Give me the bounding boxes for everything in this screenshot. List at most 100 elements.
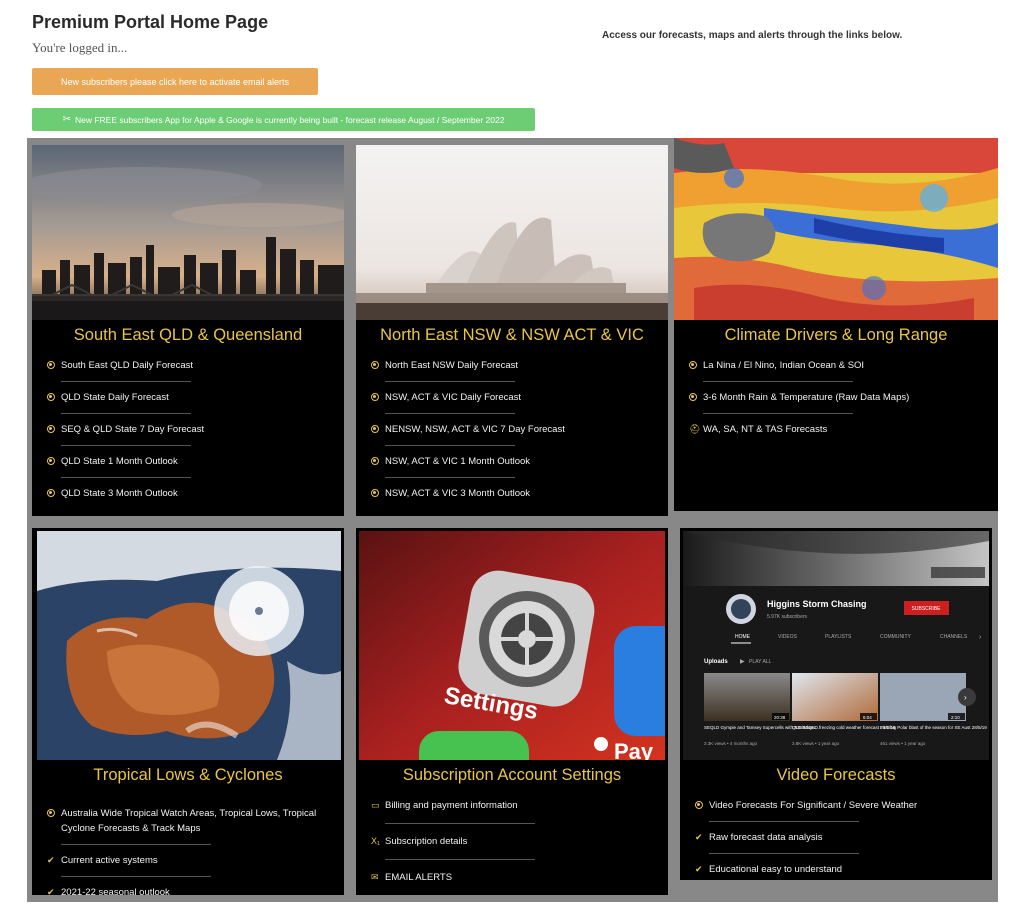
card-video: Higgins Storm Chasing 5.97K subscribers …: [680, 528, 992, 880]
list-item[interactable]: NSW, ACT & VIC Daily Forecast: [371, 390, 648, 405]
hat-icon: ⛑: [689, 424, 701, 434]
seqld-link-list: South East QLD Daily Forecast QLD State …: [47, 358, 324, 501]
video-duration: 20:38: [774, 715, 786, 720]
circle-arrow-icon: [689, 361, 697, 369]
card-title-subscription[interactable]: Subscription Account Settings: [356, 766, 668, 785]
list-item[interactable]: ✉ EMAIL ALERTS: [371, 870, 648, 885]
card-nsw: North East NSW & NSW ACT & VIC North Eas…: [356, 145, 668, 516]
divider: [709, 821, 859, 822]
divider: [385, 445, 515, 446]
channel-subs: 5.97K subscribers: [767, 614, 808, 620]
divider: [61, 381, 191, 382]
subscript-icon: X₁: [371, 836, 381, 846]
list-item[interactable]: South East QLD Daily Forecast: [47, 358, 324, 373]
divider: [385, 477, 515, 478]
video-title[interactable]: First big Polar blast of the season for …: [880, 725, 987, 730]
logged-in-text: You're logged in...: [32, 40, 128, 55]
yt-tab-playlists[interactable]: PLAYLISTS: [825, 634, 852, 640]
link-label: QLD State Daily Forecast: [61, 392, 169, 403]
list-item[interactable]: QLD State 1 Month Outlook: [47, 454, 324, 469]
list-item[interactable]: X₁ Subscription details: [371, 834, 648, 849]
list-item[interactable]: SEQ & QLD State 7 Day Forecast: [47, 422, 324, 437]
play-icon: ▶: [740, 659, 745, 665]
list-item[interactable]: North East NSW Daily Forecast: [371, 358, 648, 373]
settings-app-image[interactable]: Settings Pay: [359, 531, 665, 760]
list-item[interactable]: NENSW, NSW, ACT & VIC 7 Day Forecast: [371, 422, 648, 437]
list-item[interactable]: QLD State 3 Month Outlook: [47, 486, 324, 501]
divider: [385, 381, 515, 382]
divider: [709, 853, 859, 854]
link-label: Current active systems: [61, 855, 158, 866]
opera-house-image[interactable]: [356, 145, 668, 320]
list-item[interactable]: ⛑ WA, SA, NT & TAS Forecasts: [689, 422, 978, 437]
yt-tab-channels[interactable]: CHANNELS: [940, 634, 968, 640]
check-icon: ✔: [47, 887, 55, 897]
list-item[interactable]: Australia Wide Tropical Watch Areas, Tro…: [47, 798, 324, 836]
circle-arrow-icon: [47, 425, 55, 433]
yt-tab-videos[interactable]: VIDEOS: [778, 634, 798, 640]
card-title-nsw[interactable]: North East NSW & NSW ACT & VIC: [356, 326, 668, 345]
video-meta: 3.8K views • 1 year ago: [792, 741, 840, 746]
list-item[interactable]: La Nina / El Nino, Indian Ocean & SOI: [689, 358, 978, 373]
yt-tab-community[interactable]: COMMUNITY: [880, 634, 911, 640]
list-item[interactable]: QLD State Daily Forecast: [47, 390, 324, 405]
activate-email-alerts-label: New subscribers please click here to act…: [60, 76, 290, 87]
link-label: North East NSW Daily Forecast: [385, 360, 519, 371]
circle-arrow-icon: [47, 809, 55, 817]
list-item[interactable]: ✔ 2021-22 seasonal outlook: [47, 885, 324, 900]
circle-arrow-icon: [371, 361, 379, 369]
divider: [703, 381, 853, 382]
card-seqld: South East QLD & Queensland South East Q…: [32, 145, 344, 516]
divider: [703, 413, 853, 414]
card-climate: Climate Drivers & Long Range La Nina / E…: [674, 138, 998, 511]
credit-card-icon: ▭: [371, 800, 380, 810]
video-link-list: Video Forecasts For Significant / Severe…: [695, 798, 972, 877]
divider: [385, 413, 515, 414]
link-label: La Nina / El Nino, Indian Ocean & SOI: [703, 360, 865, 371]
list-item[interactable]: ✔ Raw forecast data analysis: [695, 830, 972, 845]
link-label: QLD State 3 Month Outlook: [61, 488, 178, 499]
app-notice-button[interactable]: ✂ New FREE subscribers App for Apple & G…: [32, 108, 535, 131]
access-instructions: Access our forecasts, maps and alerts th…: [602, 30, 903, 41]
circle-arrow-icon: [689, 393, 697, 401]
check-icon: ✔: [695, 864, 703, 874]
list-item[interactable]: ▭ Billing and payment information: [371, 798, 648, 813]
list-item[interactable]: ✔ Educational easy to understand: [695, 862, 972, 877]
divider: [61, 876, 211, 877]
carousel-next-icon[interactable]: ›: [964, 693, 967, 702]
page-title: Premium Portal Home Page: [32, 12, 269, 32]
check-icon: ✔: [47, 855, 55, 865]
link-label: NSW, ACT & VIC 1 Month Outlook: [385, 456, 531, 467]
divider: [61, 477, 191, 478]
nsw-link-list: North East NSW Daily Forecast NSW, ACT &…: [371, 358, 648, 501]
list-item[interactable]: NSW, ACT & VIC 1 Month Outlook: [371, 454, 648, 469]
yt-tab-home[interactable]: HOME: [735, 634, 751, 640]
cyclone-satellite-image[interactable]: [37, 531, 341, 760]
video-meta: 461 views • 1 year ago: [880, 741, 926, 746]
list-item[interactable]: Video Forecasts For Significant / Severe…: [695, 798, 972, 813]
video-duration: 6:04: [863, 715, 872, 720]
link-label: SEQ & QLD State 7 Day Forecast: [61, 424, 205, 435]
link-label: Raw forecast data analysis: [709, 832, 823, 843]
list-item[interactable]: NSW, ACT & VIC 3 Month Outlook: [371, 486, 648, 501]
channel-name: Higgins Storm Chasing: [767, 599, 867, 609]
circle-arrow-icon: [371, 489, 379, 497]
list-item[interactable]: 3-6 Month Rain & Temperature (Raw Data M…: [689, 390, 978, 405]
card-title-tropical[interactable]: Tropical Lows & Cyclones: [32, 766, 344, 785]
youtube-channel-image[interactable]: Higgins Storm Chasing 5.97K subscribers …: [683, 531, 989, 760]
link-label: Video Forecasts For Significant / Severe…: [709, 800, 918, 811]
play-all-link[interactable]: PLAY ALL: [749, 659, 772, 665]
subscribe-label: SUBSCRIBE: [912, 606, 942, 612]
link-label: South East QLD Daily Forecast: [61, 360, 193, 371]
card-title-video[interactable]: Video Forecasts: [680, 766, 992, 785]
link-label: NENSW, NSW, ACT & VIC 7 Day Forecast: [385, 424, 565, 435]
brisbane-skyline-image[interactable]: [32, 145, 344, 320]
card-title-climate[interactable]: Climate Drivers & Long Range: [674, 326, 998, 345]
tools-icon: ✂: [62, 114, 71, 125]
divider: [61, 445, 191, 446]
card-title-seqld[interactable]: South East QLD & Queensland: [32, 326, 344, 345]
list-item[interactable]: ✔ Current active systems: [47, 853, 324, 868]
activate-email-alerts-button[interactable]: New subscribers please click here to act…: [32, 68, 318, 95]
divider: [385, 859, 535, 860]
sea-temperature-map-image[interactable]: [674, 138, 998, 320]
